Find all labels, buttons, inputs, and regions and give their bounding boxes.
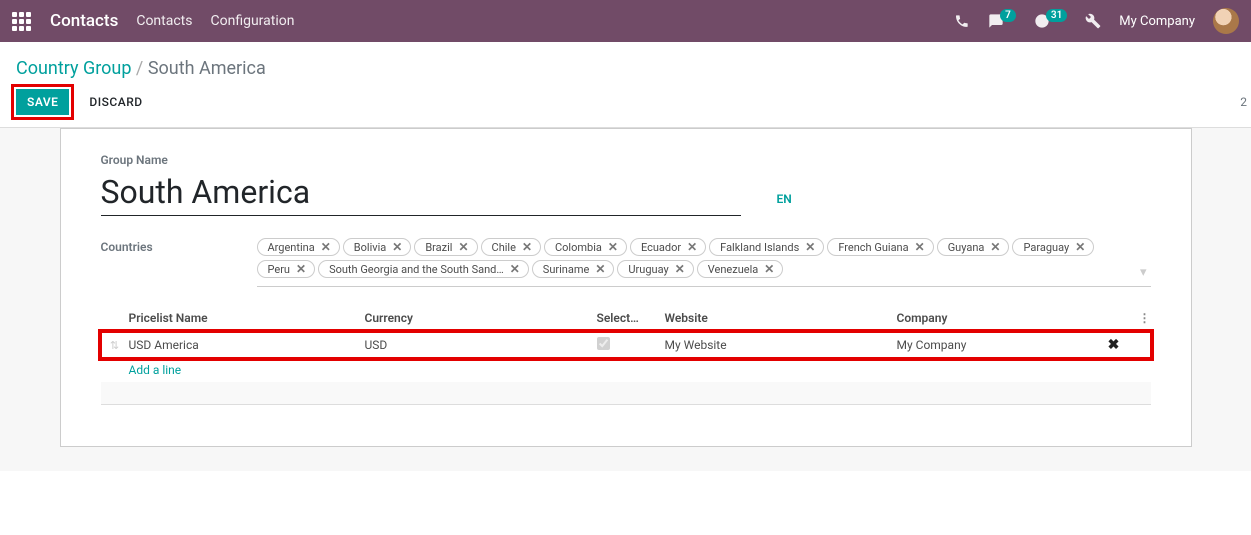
- close-icon[interactable]: ✕: [608, 240, 618, 254]
- country-tag-label: Uruguay: [628, 263, 668, 276]
- discard-button[interactable]: DISCARD: [79, 90, 152, 114]
- close-icon[interactable]: ✕: [595, 262, 605, 276]
- table-row[interactable]: ⇅USD AmericaUSD My WebsiteMy Company ✖: [101, 332, 1151, 358]
- country-tag-label: Ecuador: [641, 241, 681, 254]
- messaging-badge: 7: [1000, 9, 1016, 22]
- save-button[interactable]: SAVE: [16, 89, 69, 115]
- country-tag-label: Brazil: [425, 241, 452, 254]
- country-tag: Bolivia ✕: [343, 238, 412, 256]
- country-tag-label: Peru: [268, 263, 291, 276]
- country-tag: Guyana ✕: [937, 238, 1010, 256]
- country-tag: Paraguay ✕: [1012, 238, 1094, 256]
- country-tag: Suriname ✕: [532, 260, 615, 278]
- breadcrumb-sep: /: [136, 58, 143, 79]
- close-icon[interactable]: ✕: [522, 240, 532, 254]
- chevron-down-icon[interactable]: ▾: [1140, 265, 1147, 280]
- country-tag-label: Falkland Islands: [720, 241, 799, 254]
- page-indicator: 2: [1240, 95, 1247, 109]
- form-sheet: Group Name EN Countries Argentina✕Bolivi…: [60, 128, 1192, 447]
- country-tag-label: Venezuela: [708, 263, 759, 276]
- col-pricelist-name: Pricelist Name: [129, 311, 365, 325]
- app-title: Contacts: [50, 11, 118, 31]
- country-tag: Colombia ✕: [544, 238, 627, 256]
- cell-currency: USD: [365, 338, 597, 352]
- group-name-input[interactable]: [101, 171, 741, 213]
- countries-label: Countries: [101, 240, 257, 254]
- country-tag: South Georgia and the South Sand… ✕: [318, 260, 529, 278]
- country-tag: Falkland Islands ✕: [709, 238, 824, 256]
- company-selector[interactable]: My Company: [1119, 14, 1195, 29]
- cell-company: My Company: [897, 338, 1099, 352]
- close-icon[interactable]: ✕: [458, 240, 468, 254]
- delete-row-icon[interactable]: ✖: [1108, 337, 1120, 353]
- col-website: Website: [665, 311, 897, 325]
- breadcrumb-parent[interactable]: Country Group: [16, 58, 131, 79]
- countries-tags[interactable]: Argentina ✕ Bolivia ✕ Brazil ✕ Chile ✕ Colombia ✕…: [257, 236, 1151, 287]
- country-tag: Argentina ✕: [257, 238, 340, 256]
- breadcrumb: Country Group / South America: [16, 50, 1235, 89]
- close-icon[interactable]: ✕: [805, 240, 815, 254]
- navbar: Contacts Contacts Configuration 7 31 My …: [0, 0, 1251, 42]
- pricelist-table: Pricelist Name Currency Select… Website …: [101, 307, 1151, 406]
- drag-handle-icon[interactable]: ⇅: [101, 339, 129, 352]
- close-icon[interactable]: ✕: [687, 240, 697, 254]
- country-tag-label: Suriname: [543, 263, 590, 276]
- country-tag-label: French Guiana: [838, 241, 908, 254]
- close-icon[interactable]: ✕: [296, 262, 306, 276]
- country-tag-label: Argentina: [268, 241, 315, 254]
- col-company: Company: [897, 311, 1099, 325]
- lang-button[interactable]: EN: [777, 192, 792, 216]
- nav-contacts[interactable]: Contacts: [136, 13, 192, 29]
- country-tag-label: Paraguay: [1023, 241, 1069, 254]
- col-currency: Currency: [365, 311, 597, 325]
- user-avatar[interactable]: [1213, 8, 1239, 34]
- country-tag-label: Colombia: [555, 241, 602, 254]
- close-icon[interactable]: ✕: [764, 262, 774, 276]
- select-checkbox: [597, 337, 610, 350]
- country-tag: Ecuador ✕: [630, 238, 706, 256]
- col-select: Select…: [597, 311, 665, 325]
- cell-select: [597, 337, 665, 353]
- country-tag-label: Chile: [492, 241, 516, 254]
- cell-pricelist-name: USD America: [129, 338, 365, 352]
- close-icon[interactable]: ✕: [321, 240, 331, 254]
- country-tag-label: Guyana: [948, 241, 985, 254]
- close-icon[interactable]: ✕: [675, 262, 685, 276]
- phone-icon[interactable]: [954, 13, 970, 29]
- apps-icon[interactable]: [12, 12, 32, 31]
- nav-configuration[interactable]: Configuration: [211, 13, 295, 29]
- group-name-label: Group Name: [101, 153, 1151, 167]
- country-tag-label: South Georgia and the South Sand…: [329, 263, 504, 276]
- country-tag: French Guiana ✕: [827, 238, 933, 256]
- close-icon[interactable]: ✕: [990, 240, 1000, 254]
- country-tag: Venezuela ✕: [697, 260, 784, 278]
- country-tag: Uruguay ✕: [617, 260, 693, 278]
- country-tag: Chile ✕: [481, 238, 541, 256]
- close-icon[interactable]: ✕: [1075, 240, 1085, 254]
- country-tag: Peru ✕: [257, 260, 316, 278]
- country-tag-label: Bolivia: [354, 241, 386, 254]
- close-icon[interactable]: ✕: [915, 240, 925, 254]
- activity-badge: 31: [1046, 9, 1067, 22]
- kebab-icon[interactable]: ⋮: [1129, 311, 1151, 325]
- country-tag: Brazil ✕: [414, 238, 477, 256]
- messaging-icon[interactable]: 7: [988, 13, 1016, 29]
- debug-icon[interactable]: [1085, 13, 1101, 29]
- close-icon[interactable]: ✕: [392, 240, 402, 254]
- cell-website: My Website: [665, 338, 897, 352]
- close-icon[interactable]: ✕: [510, 262, 520, 276]
- breadcrumb-current: South America: [148, 58, 266, 79]
- add-line-link[interactable]: Add a line: [129, 363, 365, 377]
- activity-icon[interactable]: 31: [1034, 13, 1067, 29]
